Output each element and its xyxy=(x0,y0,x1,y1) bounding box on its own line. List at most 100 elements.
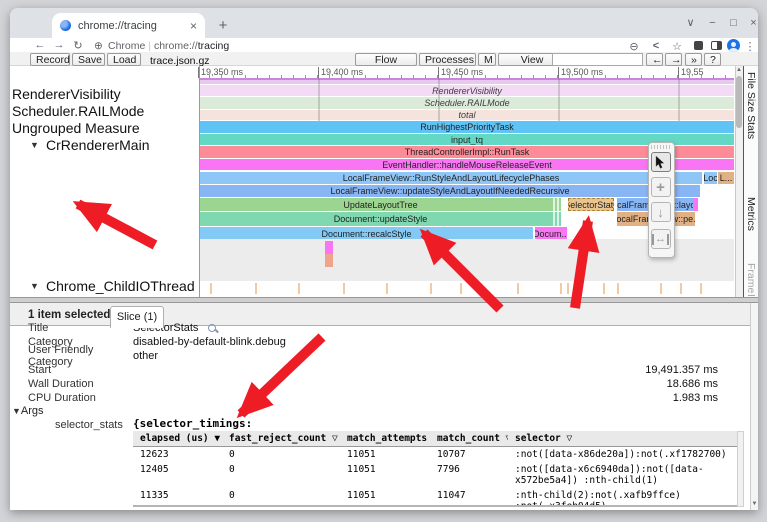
slice-l-truncated[interactable]: L... xyxy=(718,172,734,184)
field-label: Start xyxy=(28,364,133,376)
reload-icon[interactable]: ↻ xyxy=(71,39,85,52)
micro-slice[interactable] xyxy=(603,283,605,294)
details-scrollbar[interactable]: ▼ xyxy=(750,303,758,510)
track-label-scheduler-railmode[interactable]: Scheduler.RAILMode xyxy=(12,103,144,119)
processes-button[interactable]: Processes xyxy=(419,53,476,66)
extensions-puzzle-icon[interactable] xyxy=(694,41,703,50)
tab-file-size-stats[interactable]: File Size Stats xyxy=(745,72,757,139)
micro-slice[interactable] xyxy=(517,283,519,294)
window-maximize-button[interactable]: □ xyxy=(724,14,743,33)
record-button[interactable]: Record xyxy=(30,53,70,66)
micro-slice[interactable] xyxy=(386,283,388,294)
args-table-scrollbar[interactable] xyxy=(737,431,744,507)
site-label: Chrome xyxy=(108,40,145,52)
micro-slice[interactable] xyxy=(617,283,619,294)
browser-tab[interactable]: chrome://tracing × xyxy=(52,13,205,38)
cell-elapsed: 11335 xyxy=(133,488,222,507)
share-icon[interactable]: < xyxy=(648,40,664,52)
micro-slice[interactable] xyxy=(298,283,300,294)
cell-match-count: 7796 xyxy=(430,462,508,488)
slice-runhighestprioritytask[interactable]: RunHighestPriorityTask xyxy=(200,121,734,133)
forward-icon[interactable]: → xyxy=(52,39,66,51)
sidebar-icon[interactable] xyxy=(711,41,722,50)
cell-match-attempts: 11051 xyxy=(340,462,430,488)
slice-total[interactable]: total xyxy=(200,110,734,120)
nav-back-button[interactable]: ← xyxy=(646,53,663,66)
slice-tab[interactable]: Slice (1) xyxy=(110,306,164,328)
micro-slice[interactable] xyxy=(660,283,662,294)
micro-slice[interactable] xyxy=(560,283,562,294)
field-cpu-duration: CPU Duration 1.983 ms xyxy=(28,391,718,405)
thread-label-chrome-childiothread[interactable]: Chrome_ChildIOThread xyxy=(46,278,195,294)
slice-loc[interactable]: Loc xyxy=(704,172,717,184)
slice-small-salmon[interactable] xyxy=(325,254,333,267)
col-header-match-count[interactable]: match_count ▽ xyxy=(430,431,508,447)
m-button[interactable]: M xyxy=(478,53,496,66)
profile-avatar[interactable] xyxy=(727,39,740,52)
pan-tool-button[interactable]: + xyxy=(651,177,671,197)
micro-slice[interactable] xyxy=(680,283,682,294)
zoom-tool-button[interactable]: ↓ xyxy=(651,202,671,222)
slice-runstyleandlayout[interactable]: LocalFrameView::RunStyleAndLayoutLifecyc… xyxy=(200,172,702,184)
micro-slice[interactable] xyxy=(343,283,345,294)
tab-frame-data[interactable]: Frame Data xyxy=(745,263,757,297)
tab-close-icon[interactable]: × xyxy=(190,19,197,33)
slice-small-magenta[interactable] xyxy=(325,241,333,254)
thread-label-crrenderermain[interactable]: CrRendererMain xyxy=(46,137,149,153)
micro-slice[interactable] xyxy=(460,283,462,294)
arg-name: selector_stats xyxy=(55,419,123,431)
slice-updatestyleandlayout[interactable]: LocalFrameView::updateStyleAndLayoutIfNe… xyxy=(200,185,700,197)
collapse-triangle-icon[interactable]: ▼ xyxy=(30,281,39,291)
find-input[interactable] xyxy=(552,53,643,66)
args-toggle[interactable]: ▼Args xyxy=(12,405,44,417)
save-button[interactable]: Save xyxy=(72,53,105,66)
cell-fast-reject: 0 xyxy=(222,447,340,463)
slice-renderer-visibility[interactable]: RendererVisibility xyxy=(200,85,734,96)
slice-selectorstats-selected[interactable]: SelectorStats xyxy=(568,198,614,211)
scroll-up-icon[interactable]: ▲ xyxy=(735,67,743,73)
track-label-ungrouped-measure[interactable]: Ungrouped Measure xyxy=(12,120,140,136)
slice-document-updatestyle[interactable]: Document::updateStyle xyxy=(200,212,561,226)
select-tool-button[interactable] xyxy=(651,152,671,172)
load-button[interactable]: Load xyxy=(107,53,141,66)
micro-slice[interactable] xyxy=(210,283,212,294)
timeline-scrollbar-thumb[interactable] xyxy=(736,76,742,128)
micro-slice[interactable] xyxy=(255,283,257,294)
collapse-triangle-icon[interactable]: ▼ xyxy=(30,140,39,150)
cell-elapsed: 12405 xyxy=(133,462,222,488)
track-label-renderer-visibility[interactable]: RendererVisibility xyxy=(12,86,121,102)
col-header-fast-reject[interactable]: fast_reject_count ▽ xyxy=(222,431,340,447)
args-triangle-icon: ▼ xyxy=(12,406,21,416)
cell-fast-reject: 0 xyxy=(222,488,340,507)
tab-title: chrome://tracing xyxy=(78,20,184,32)
new-tab-button[interactable]: + xyxy=(213,16,233,36)
field-value: 19,491.357 ms xyxy=(645,364,718,376)
palette-drag-handle[interactable] xyxy=(651,145,670,149)
flow-events-button[interactable]: Flow events xyxy=(355,53,417,66)
help-button[interactable]: ? xyxy=(704,53,721,66)
slice-fade-edge xyxy=(553,198,561,211)
micro-slice[interactable] xyxy=(430,283,432,294)
window-minimize-button[interactable]: − xyxy=(703,14,722,33)
slice-scheduler-railmode[interactable]: Scheduler.RAILMode xyxy=(200,97,734,109)
col-header-selector[interactable]: selector ▽ xyxy=(508,431,737,447)
tab-metrics[interactable]: Metrics xyxy=(745,197,757,231)
timing-select-icon: ↔ xyxy=(652,234,669,245)
micro-slice[interactable] xyxy=(700,283,702,294)
micro-slice[interactable] xyxy=(567,283,569,294)
search-icon[interactable] xyxy=(208,324,217,333)
col-header-elapsed[interactable]: elapsed (us) ▼ xyxy=(133,431,222,447)
scroll-down-icon: ▼ xyxy=(751,501,758,507)
window-close-button[interactable]: × xyxy=(744,14,763,33)
timing-tool-button[interactable]: ↔ xyxy=(651,229,671,249)
back-icon[interactable]: ← xyxy=(33,39,47,51)
nav-more-button[interactable]: » xyxy=(685,53,702,66)
slice-sliver[interactable] xyxy=(693,198,698,211)
slice-group-header[interactable] xyxy=(200,78,734,84)
slice-updatelayouttree[interactable]: UpdateLayoutTree xyxy=(200,198,561,211)
tab-search-icon[interactable]: ∨ xyxy=(681,14,700,33)
args-label: Args xyxy=(21,405,44,417)
url-field[interactable]: Chrome | chrome://tracing xyxy=(108,40,229,52)
col-header-match-attempts[interactable]: match_attempts ▽ xyxy=(340,431,430,447)
nav-forward-button[interactable]: → xyxy=(665,53,682,66)
